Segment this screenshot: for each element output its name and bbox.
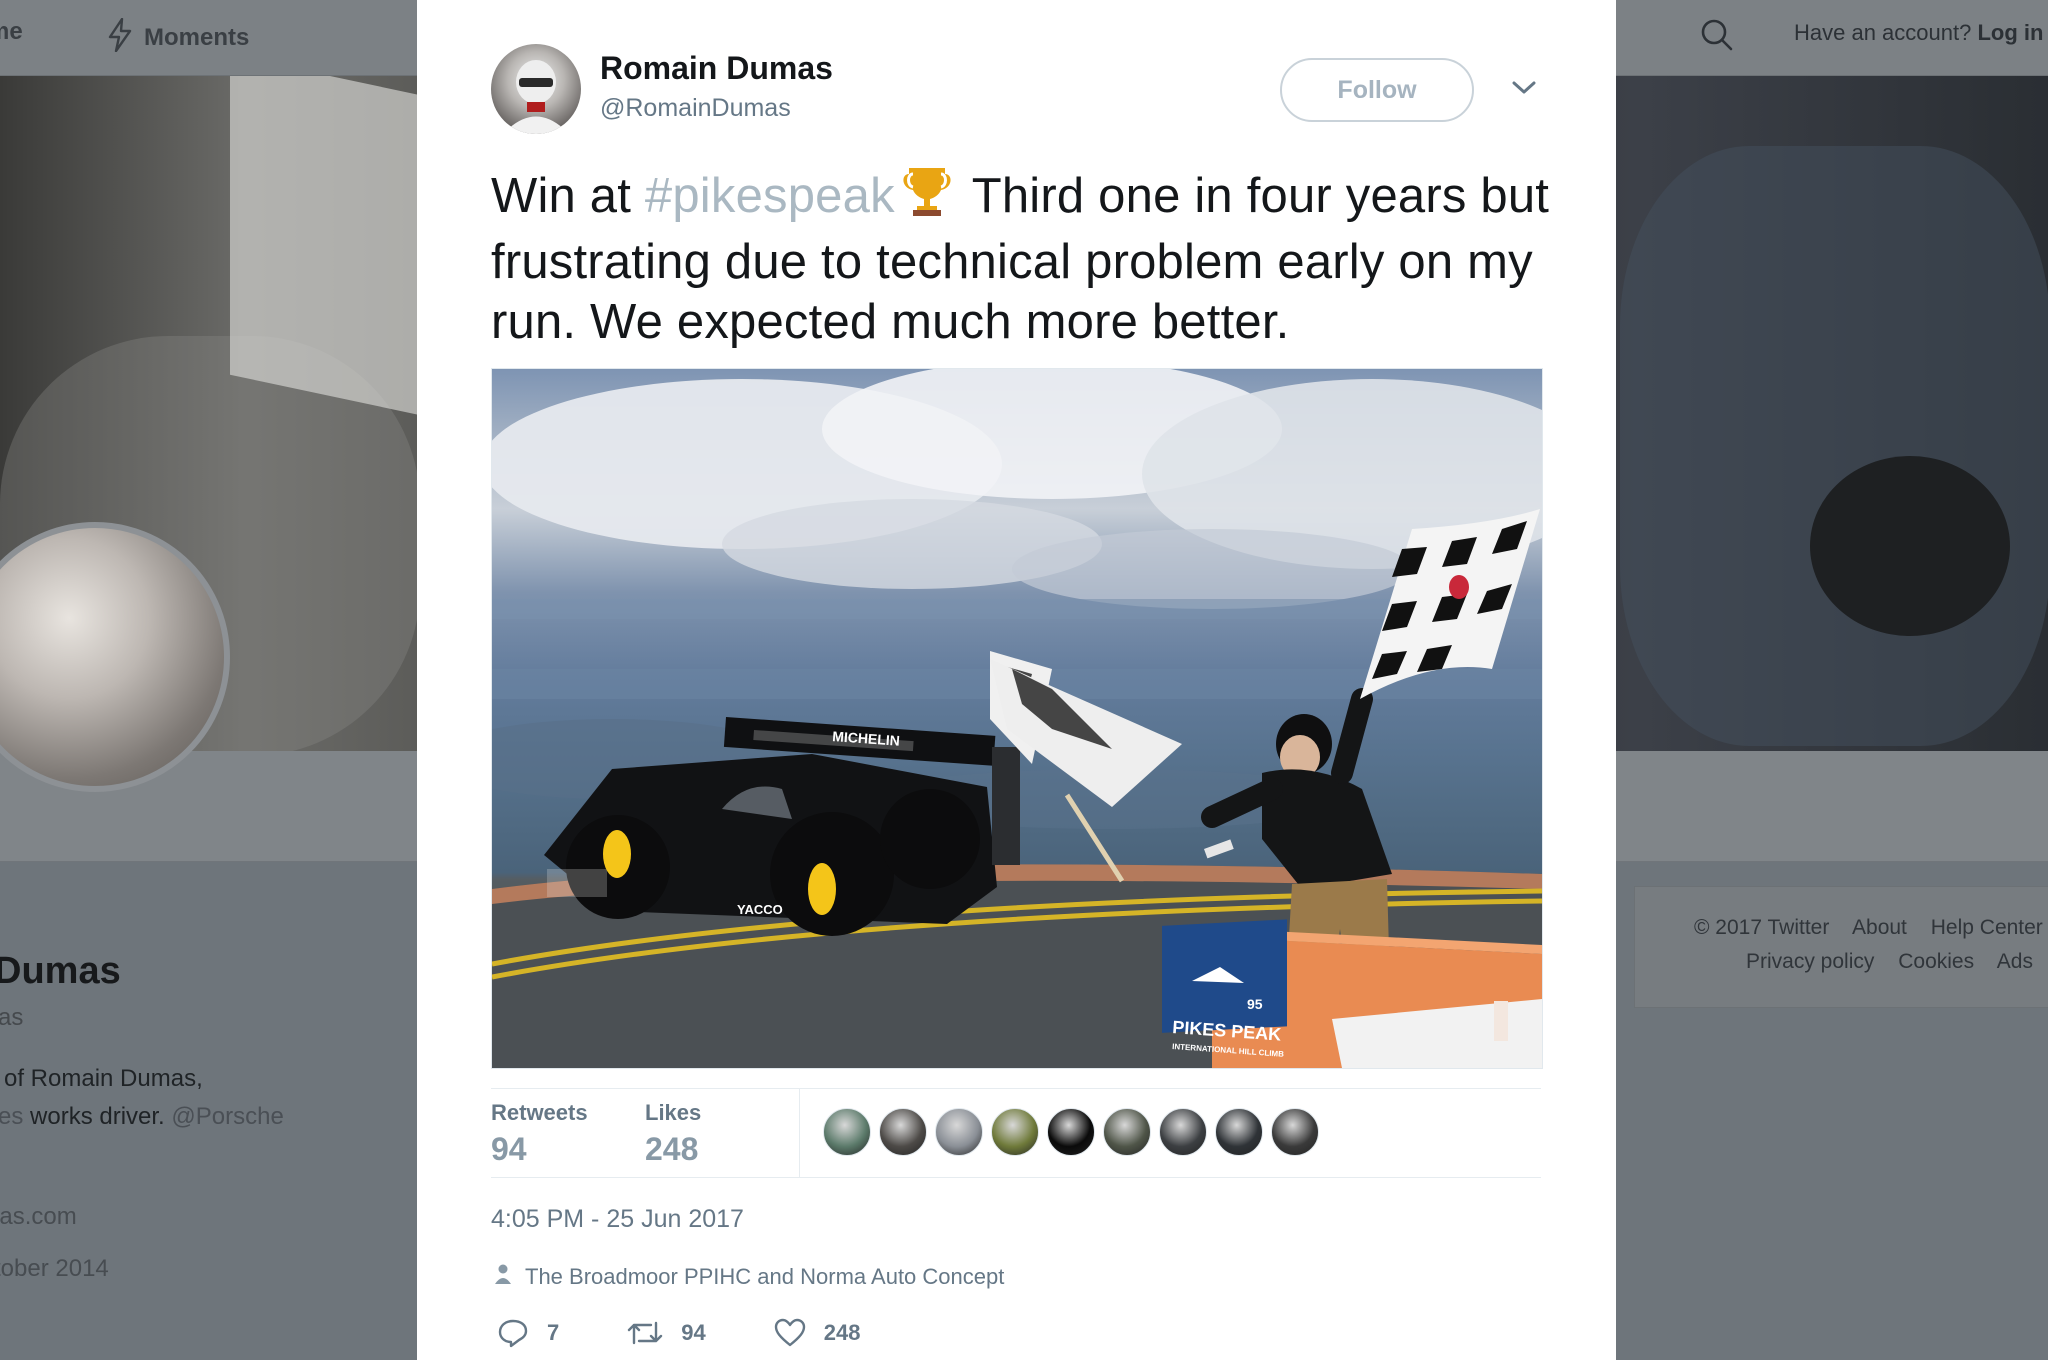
like-action-count: 248 bbox=[823, 1320, 861, 1345]
liker-avatar-5[interactable] bbox=[1047, 1108, 1095, 1156]
liker-avatar-7[interactable] bbox=[1159, 1108, 1207, 1156]
liker-avatar-9[interactable] bbox=[1271, 1108, 1319, 1156]
nav-home-link[interactable]: Home bbox=[0, 18, 23, 46]
tweet-text: Win at #pikespeak Third one in four year… bbox=[491, 162, 1551, 352]
stats-divider-top bbox=[491, 1088, 1541, 1089]
like-action[interactable]: 248 bbox=[774, 1318, 861, 1348]
heart-icon bbox=[774, 1318, 805, 1347]
footer-privacy-link[interactable]: Privacy policy bbox=[1746, 950, 1874, 973]
footer-copyright: © 2017 Twitter bbox=[1694, 916, 1830, 939]
login-link[interactable]: Log in bbox=[1977, 20, 2043, 45]
reply-icon bbox=[498, 1319, 528, 1348]
person-icon bbox=[495, 1264, 511, 1290]
tweet-text-part-1: Win at bbox=[491, 169, 645, 223]
search-icon[interactable] bbox=[1700, 18, 1734, 57]
author-name[interactable]: Romain Dumas bbox=[600, 50, 833, 87]
profile-bio-muted: es bbox=[0, 1103, 24, 1130]
author-avatar[interactable] bbox=[491, 44, 581, 134]
footer-row-1: © 2017 Twitter About Help Center bbox=[1694, 916, 2048, 940]
lightning-icon bbox=[108, 17, 132, 59]
follow-button[interactable]: Follow bbox=[1280, 58, 1474, 122]
footer-cookies-link[interactable]: Cookies bbox=[1898, 950, 1974, 973]
profile-bio-line-1: of Romain Dumas, bbox=[4, 1065, 203, 1092]
media-tags: The Broadmoor PPIHC and Norma Auto Conce… bbox=[491, 1264, 1004, 1290]
retweet-action-count: 94 bbox=[681, 1320, 706, 1345]
footer-row-2: Privacy policy Cookies Ads bbox=[1746, 950, 2048, 974]
tweet-modal: Romain Dumas @RomainDumas Follow Win at … bbox=[417, 0, 1616, 1360]
liker-avatar-4[interactable] bbox=[991, 1108, 1039, 1156]
account-prompt-text: Have an account? bbox=[1794, 20, 1972, 45]
footer-help-link[interactable]: Help Center bbox=[1931, 916, 2043, 939]
tweet-photo[interactable]: MICHELIN YACCO PIKES PEAK INTERNATIONAL … bbox=[491, 368, 1543, 1069]
chevron-down-icon[interactable] bbox=[1511, 80, 1537, 101]
reply-count: 7 bbox=[547, 1320, 560, 1345]
liker-avatar-1[interactable] bbox=[823, 1108, 871, 1156]
likes-count[interactable]: 248 bbox=[645, 1131, 698, 1168]
profile-bio-text: works driver. bbox=[23, 1103, 172, 1130]
liker-avatar-3[interactable] bbox=[935, 1108, 983, 1156]
retweet-action[interactable]: 94 bbox=[627, 1319, 706, 1347]
profile-joined-date: tober 2014 bbox=[0, 1255, 109, 1282]
profile-handle: as bbox=[0, 1004, 24, 1031]
hashtag-link[interactable]: #pikespeak bbox=[645, 169, 895, 223]
nav-moments-label: Moments bbox=[144, 23, 250, 51]
stats-divider-bottom bbox=[491, 1177, 1541, 1178]
profile-name: Dumas bbox=[0, 950, 121, 992]
footer-links-box bbox=[1634, 886, 2048, 1008]
liker-avatars bbox=[823, 1108, 1327, 1156]
trophy-emoji-icon bbox=[899, 162, 955, 232]
nav-moments-link[interactable]: Moments bbox=[108, 17, 250, 59]
retweets-count[interactable]: 94 bbox=[491, 1131, 527, 1168]
footer-about-link[interactable]: About bbox=[1852, 916, 1907, 939]
profile-bio-mention[interactable]: @Porsche bbox=[171, 1103, 283, 1130]
footer-ads-link[interactable]: Ads bbox=[1997, 950, 2033, 973]
liker-avatar-6[interactable] bbox=[1103, 1108, 1151, 1156]
likes-label[interactable]: Likes bbox=[645, 1100, 701, 1126]
stats-divider-vertical bbox=[799, 1088, 800, 1177]
media-tags-text[interactable]: The Broadmoor PPIHC and Norma Auto Conce… bbox=[525, 1264, 1004, 1290]
profile-website-link[interactable]: nas.com bbox=[0, 1203, 77, 1231]
sign-number-text: 95 bbox=[1247, 996, 1263, 1012]
tweet-actions: 7 94 248 bbox=[497, 1318, 928, 1348]
liker-avatar-2[interactable] bbox=[879, 1108, 927, 1156]
author-handle[interactable]: @RomainDumas bbox=[600, 94, 791, 123]
tweet-timestamp[interactable]: 4:05 PM - 25 Jun 2017 bbox=[491, 1205, 744, 1234]
profile-bio-line-2: es works driver. @Porsche bbox=[0, 1103, 284, 1131]
retweet-icon bbox=[628, 1321, 663, 1345]
car-side-text: YACCO bbox=[737, 902, 783, 917]
account-prompt: Have an account? Log in bbox=[1794, 20, 2043, 46]
retweets-label[interactable]: Retweets bbox=[491, 1100, 588, 1126]
liker-avatar-8[interactable] bbox=[1215, 1108, 1263, 1156]
reply-action[interactable]: 7 bbox=[497, 1318, 559, 1348]
